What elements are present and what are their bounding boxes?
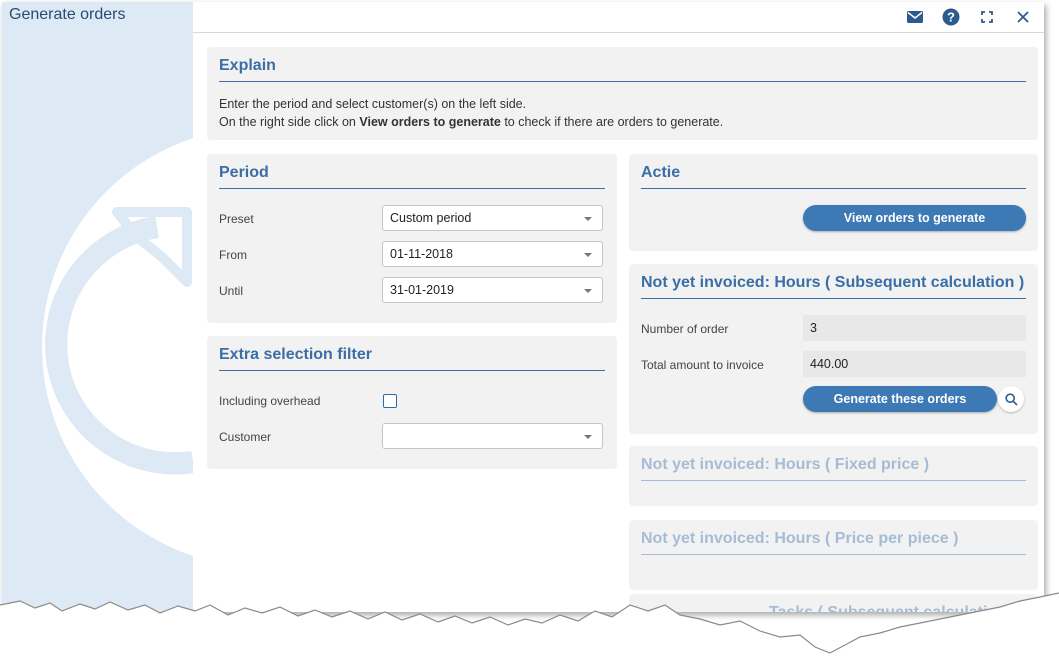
fullscreen-icon[interactable] [972,6,1002,28]
price-per-piece-title: Not yet invoiced: Hours ( Price per piec… [641,530,1026,555]
chevron-down-icon [584,435,592,439]
explain-title: Explain [219,57,1026,82]
period-card: Period Preset Custom period From 01-11-2… [207,154,617,323]
from-label: From [219,248,247,262]
from-date-field[interactable]: 01-11-2018 [382,241,603,267]
chevron-down-icon [584,253,592,257]
refresh-arrow-decoration [42,138,193,556]
search-icon[interactable] [998,386,1024,412]
preset-select[interactable]: Custom period [382,205,603,231]
chevron-down-icon [584,217,592,221]
fixed-price-card: Not yet invoiced: Hours ( Fixed price ) [629,446,1038,506]
torn-edge [0,592,1059,667]
help-icon[interactable]: ? [936,6,966,28]
until-value: 31-01-2019 [390,283,454,297]
actie-card: Actie View orders to generate [629,154,1038,251]
period-title: Period [219,164,605,189]
number-of-order-value: 3 [810,321,817,335]
subsequent-title: Not yet invoiced: Hours ( Subsequent cal… [641,274,1026,299]
until-label: Until [219,284,244,298]
actie-title: Actie [641,164,1026,189]
number-of-order-label: Number of order [641,322,729,336]
total-amount-value: 440.00 [810,357,849,371]
explain-card: Explain Enter the period and select cust… [207,47,1038,140]
customer-label: Customer [219,430,272,444]
dialog-window: Generate orders ? Explain Enter the peri… [2,2,1044,612]
until-date-field[interactable]: 31-01-2019 [382,277,603,303]
generate-orders-button[interactable]: Generate these orders [803,386,997,412]
close-icon[interactable] [1008,6,1038,28]
mail-icon[interactable] [900,6,930,28]
total-amount-label: Total amount to invoice [641,358,764,372]
explain-line-1: Enter the period and select customer(s) … [219,97,527,111]
explain-line-2: On the right side click on View orders t… [219,115,724,129]
from-value: 01-11-2018 [390,247,454,261]
svg-text:?: ? [947,10,955,25]
overhead-checkbox[interactable] [383,394,397,408]
customer-select[interactable] [382,423,603,449]
number-of-order-field: 3 [803,315,1026,341]
view-orders-button[interactable]: View orders to generate [803,205,1026,231]
preset-value: Custom period [390,211,472,225]
subsequent-card: Not yet invoiced: Hours ( Subsequent cal… [629,264,1038,434]
explain-line-2-bold: View orders to generate [359,115,501,129]
fixed-price-title: Not yet invoiced: Hours ( Fixed price ) [641,456,1026,481]
total-amount-field: 440.00 [803,351,1026,377]
overhead-label: Including overhead [219,394,321,408]
filter-card: Extra selection filter Including overhea… [207,336,617,469]
window-title: Generate orders [9,6,126,23]
chevron-down-icon [584,289,592,293]
sidebar: Generate orders [2,2,193,612]
preset-label: Preset [219,212,254,226]
filter-title: Extra selection filter [219,346,605,371]
title-bar: ? [193,2,1044,33]
